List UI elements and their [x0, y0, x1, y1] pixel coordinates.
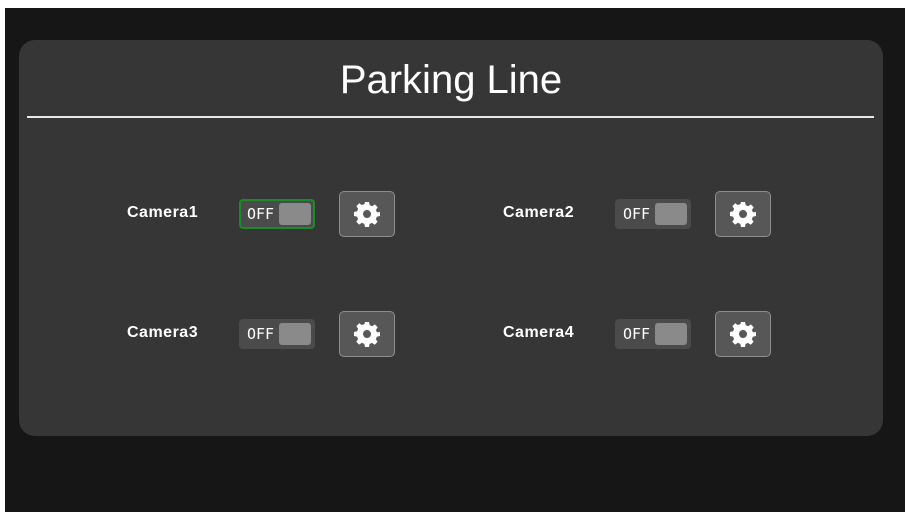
toggle-knob: [655, 323, 687, 345]
toggle-state-text: OFF: [247, 325, 275, 343]
screen-background: Parking Line Camera1 OFF Camera2 OFF Cam…: [5, 8, 905, 512]
camera2-settings-button[interactable]: [715, 191, 771, 237]
camera-label: Camera1: [127, 204, 199, 221]
gear-icon: [730, 202, 756, 227]
toggle-knob: [655, 203, 687, 225]
page-title: Parking Line: [339, 58, 563, 102]
toggle-state-text: OFF: [623, 325, 651, 343]
toggle-state-text: OFF: [247, 205, 275, 223]
camera1-settings-button[interactable]: [339, 191, 395, 237]
gear-icon: [354, 322, 380, 347]
camera4-settings-button[interactable]: [715, 311, 771, 357]
camera3-toggle[interactable]: OFF: [239, 319, 315, 349]
camera2-toggle[interactable]: OFF: [615, 199, 691, 229]
gear-icon: [730, 322, 756, 347]
camera4-toggle[interactable]: OFF: [615, 319, 691, 349]
camera-label: Camera2: [503, 204, 575, 221]
gear-icon: [354, 202, 380, 227]
toggle-knob: [279, 203, 311, 225]
camera-label: Camera3: [127, 324, 199, 341]
toggle-knob: [279, 323, 311, 345]
camera-label: Camera4: [503, 324, 575, 341]
camera3-settings-button[interactable]: [339, 311, 395, 357]
title-divider: [27, 116, 874, 118]
toggle-state-text: OFF: [623, 205, 651, 223]
parking-line-panel: Parking Line Camera1 OFF Camera2 OFF Cam…: [19, 40, 883, 436]
camera1-toggle[interactable]: OFF: [239, 199, 315, 229]
